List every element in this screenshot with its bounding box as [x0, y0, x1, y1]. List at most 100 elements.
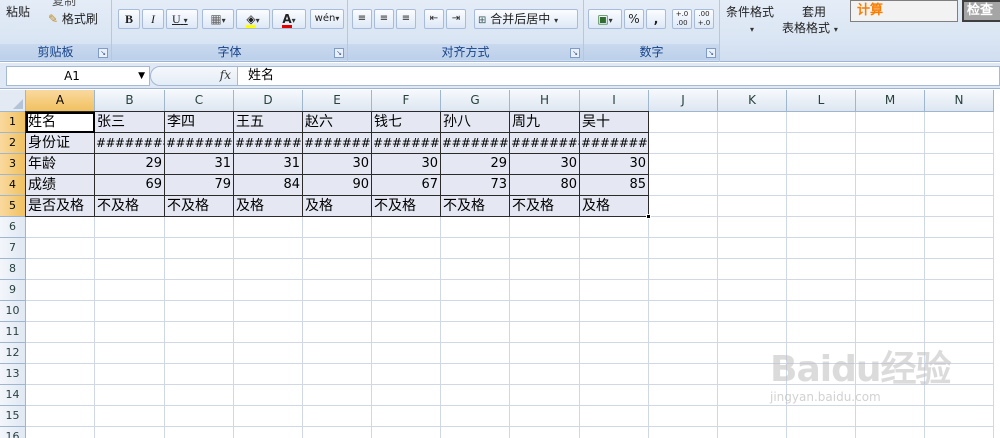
cell-k8[interactable] [718, 259, 787, 280]
cell-n7[interactable] [925, 238, 994, 259]
cell-e4[interactable]: 90 [303, 175, 372, 196]
worksheet-grid[interactable]: A B C D E F G H I J K L M N 1 姓名 张三 李四 王五 赵六 钱七 孙八 周九 吴十 2 身份证 ###… [0, 90, 1000, 438]
cell-c11[interactable] [165, 322, 234, 343]
row-header-13[interactable]: 13 [0, 364, 26, 385]
cell-h2[interactable]: ######## [510, 133, 580, 154]
cell-n3[interactable] [925, 154, 994, 175]
cell-l6[interactable] [787, 217, 856, 238]
column-header-g[interactable]: G [441, 90, 510, 112]
cell-m13[interactable] [856, 364, 925, 385]
cell-f2[interactable]: ######## [372, 133, 441, 154]
cell-j14[interactable] [649, 385, 718, 406]
row-header-8[interactable]: 8 [0, 259, 26, 280]
cell-n10[interactable] [925, 301, 994, 322]
decrease-indent-button[interactable]: ⇤ [424, 9, 444, 29]
border-button[interactable]: ▦▾ [202, 9, 234, 29]
cell-j12[interactable] [649, 343, 718, 364]
cell-f8[interactable] [372, 259, 441, 280]
cell-d9[interactable] [234, 280, 303, 301]
cell-i15[interactable] [580, 406, 649, 427]
calc-cell-style[interactable]: 计算 [850, 0, 958, 22]
cell-k14[interactable] [718, 385, 787, 406]
cell-m2[interactable] [856, 133, 925, 154]
cell-i16[interactable] [580, 427, 649, 438]
cell-n5[interactable] [925, 196, 994, 217]
cell-m7[interactable] [856, 238, 925, 259]
cell-j13[interactable] [649, 364, 718, 385]
decrease-decimal-button[interactable]: .00 +.0 [694, 9, 714, 29]
cell-j10[interactable] [649, 301, 718, 322]
cell-f10[interactable] [372, 301, 441, 322]
cell-c1[interactable]: 李四 [165, 112, 234, 133]
cell-m14[interactable] [856, 385, 925, 406]
row-header-6[interactable]: 6 [0, 217, 26, 238]
select-all-button[interactable] [0, 90, 26, 112]
cell-h14[interactable] [510, 385, 580, 406]
cell-e13[interactable] [303, 364, 372, 385]
cell-n1[interactable] [925, 112, 994, 133]
cell-g1[interactable]: 孙八 [441, 112, 510, 133]
row-header-16[interactable]: 16 [0, 427, 26, 438]
cell-b16[interactable] [95, 427, 165, 438]
cell-n9[interactable] [925, 280, 994, 301]
cell-a5[interactable]: 是否及格 [26, 196, 95, 217]
cell-b9[interactable] [95, 280, 165, 301]
cell-g9[interactable] [441, 280, 510, 301]
cell-k2[interactable] [718, 133, 787, 154]
cell-k13[interactable] [718, 364, 787, 385]
paste-button[interactable]: 粘贴 [6, 4, 30, 20]
font-dialog-launcher-icon[interactable]: ↘ [334, 48, 344, 58]
cell-g14[interactable] [441, 385, 510, 406]
cell-a15[interactable] [26, 406, 95, 427]
cell-g6[interactable] [441, 217, 510, 238]
cell-c4[interactable]: 79 [165, 175, 234, 196]
name-box[interactable]: A1 ▼ [6, 66, 150, 86]
cell-m12[interactable] [856, 343, 925, 364]
cell-d1[interactable]: 王五 [234, 112, 303, 133]
cell-d4[interactable]: 84 [234, 175, 303, 196]
cell-a4[interactable]: 成绩 [26, 175, 95, 196]
cell-m6[interactable] [856, 217, 925, 238]
cell-c8[interactable] [165, 259, 234, 280]
cell-j4[interactable] [649, 175, 718, 196]
cell-f1[interactable]: 钱七 [372, 112, 441, 133]
cell-e16[interactable] [303, 427, 372, 438]
column-header-b[interactable]: B [95, 90, 165, 112]
cell-i12[interactable] [580, 343, 649, 364]
clipboard-dialog-launcher-icon[interactable]: ↘ [98, 48, 108, 58]
cell-g4[interactable]: 73 [441, 175, 510, 196]
cell-b5[interactable]: 不及格 [95, 196, 165, 217]
fill-handle[interactable] [646, 214, 651, 219]
cell-k3[interactable] [718, 154, 787, 175]
fill-color-button[interactable]: ◈▾ [236, 9, 270, 29]
cell-l11[interactable] [787, 322, 856, 343]
cell-c16[interactable] [165, 427, 234, 438]
cell-n11[interactable] [925, 322, 994, 343]
table-format-button[interactable]: 表格格式 ▾ [782, 20, 838, 38]
cell-e3[interactable]: 30 [303, 154, 372, 175]
phonetic-button[interactable]: wén▾ [310, 9, 344, 29]
cell-i5[interactable]: 及格 [580, 196, 649, 217]
row-header-15[interactable]: 15 [0, 406, 26, 427]
percent-button[interactable]: % [624, 9, 644, 29]
cell-m16[interactable] [856, 427, 925, 438]
cell-h5[interactable]: 不及格 [510, 196, 580, 217]
cell-f5[interactable]: 不及格 [372, 196, 441, 217]
align-center-button[interactable]: ≡ [374, 9, 394, 29]
cell-l5[interactable] [787, 196, 856, 217]
italic-button[interactable]: I [142, 9, 164, 29]
cell-e7[interactable] [303, 238, 372, 259]
cell-j11[interactable] [649, 322, 718, 343]
cell-k7[interactable] [718, 238, 787, 259]
cell-h7[interactable] [510, 238, 580, 259]
alignment-dialog-launcher-icon[interactable]: ↘ [570, 48, 580, 58]
cell-n6[interactable] [925, 217, 994, 238]
check-cell-style[interactable]: 检查 [962, 0, 1000, 22]
cell-d7[interactable] [234, 238, 303, 259]
cell-f16[interactable] [372, 427, 441, 438]
row-header-5[interactable]: 5 [0, 196, 26, 217]
row-header-9[interactable]: 9 [0, 280, 26, 301]
cell-b12[interactable] [95, 343, 165, 364]
cell-e15[interactable] [303, 406, 372, 427]
cell-c15[interactable] [165, 406, 234, 427]
